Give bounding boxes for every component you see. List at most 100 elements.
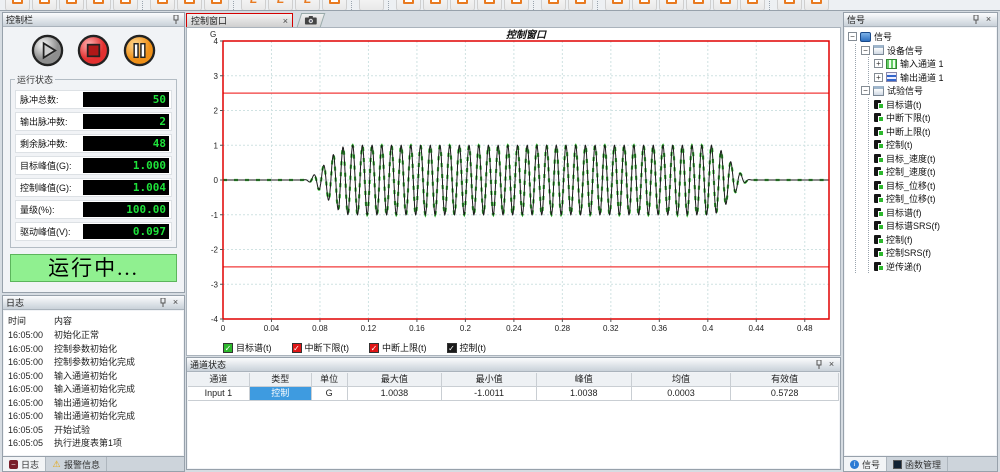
toolbar-button[interactable] [686, 0, 711, 11]
tree-item[interactable]: 目标谱SRS(f) [874, 219, 996, 233]
legend-checkbox[interactable]: ✓ [447, 343, 457, 353]
log-time: 16:05:00 [8, 356, 54, 370]
tab-log-tab[interactable]: –日志 [3, 457, 46, 471]
tree-item[interactable]: 中断下限(t) [874, 111, 996, 125]
close-icon[interactable]: × [983, 14, 994, 25]
channel-col-header: 最小值 [442, 373, 537, 387]
tab-warning[interactable]: ⚠报警信息 [46, 457, 107, 471]
log-panel-title: 日志 [6, 296, 24, 309]
svg-text:0: 0 [221, 324, 226, 333]
collapse-icon[interactable]: − [861, 46, 870, 55]
expand-icon[interactable]: + [874, 73, 883, 82]
toolbar-button[interactable] [605, 0, 630, 11]
toolbar-button[interactable] [659, 0, 684, 11]
tree-item[interactable]: 控制(f) [874, 233, 996, 247]
toolbar-button[interactable] [150, 0, 175, 11]
toolbar-button[interactable] [477, 0, 502, 11]
stop-button[interactable] [77, 34, 110, 67]
toolbar-button[interactable] [86, 0, 111, 11]
signal-icon [874, 113, 881, 122]
tree-item[interactable]: − 试验信号 [861, 84, 996, 98]
toolbar-button[interactable] [322, 0, 347, 11]
collapse-icon[interactable]: − [848, 32, 857, 41]
close-icon[interactable]: × [170, 297, 181, 308]
toolbar-button[interactable] [396, 0, 421, 11]
toolbar-button[interactable] [32, 0, 57, 11]
tree-item[interactable]: 控制_位移(t) [874, 192, 996, 206]
pin-icon[interactable] [157, 297, 168, 308]
svg-text:-4: -4 [211, 315, 219, 324]
channel-status-title: 通道状态 [190, 358, 226, 371]
tree-item-label: 试验信号 [887, 84, 923, 97]
toolbar-button[interactable] [423, 0, 448, 11]
toolbar-button[interactable] [740, 0, 765, 11]
channel-cell: 1.0038 [348, 387, 443, 401]
play-button[interactable] [31, 34, 64, 67]
snapshot-tab[interactable] [297, 13, 326, 27]
channel-cell[interactable]: 控制 [250, 387, 312, 401]
log-content: 执行进度表第1项 [54, 437, 183, 451]
log-content: 输入通道初始化 [54, 370, 183, 384]
tree-item[interactable]: 目标谱(t) [874, 98, 996, 112]
tree-item[interactable]: 中断上限(t) [874, 125, 996, 139]
toolbar-button[interactable]: ~ [359, 0, 384, 11]
tree-item[interactable]: −信号 [848, 30, 996, 44]
log-row: 16:05:00初始化正常 [8, 329, 183, 343]
toolbar-button[interactable]: L [268, 0, 293, 11]
tree-item[interactable]: 目标_速度(t) [874, 152, 996, 166]
channel-cell: G [312, 387, 348, 401]
pin-icon[interactable] [170, 14, 181, 25]
tree-item[interactable]: 逆传递(f) [874, 260, 996, 274]
tab-signal-tab[interactable]: i信号 [844, 457, 887, 471]
legend-item[interactable]: ✓目标谱(t) [223, 341, 272, 354]
status-field-row: 脉冲总数:50 [15, 90, 172, 109]
close-icon[interactable]: × [283, 16, 288, 26]
toolbar-button[interactable] [713, 0, 738, 11]
toolbar-button[interactable] [450, 0, 475, 11]
legend-checkbox[interactable]: ✓ [369, 343, 379, 353]
toolbar-button[interactable] [177, 0, 202, 11]
toolbar-button[interactable] [777, 0, 802, 11]
toolbar-button[interactable]: L [241, 0, 266, 11]
tree-item[interactable]: 目标谱(f) [874, 206, 996, 220]
tree-item-label: 控制SRS(f) [886, 246, 931, 259]
toolbar-button[interactable] [59, 0, 84, 11]
pause-button[interactable] [123, 34, 156, 67]
toolbar-button[interactable] [632, 0, 657, 11]
toolbar-button-icon [66, 0, 77, 4]
tree-item[interactable]: 控制_速度(t) [874, 165, 996, 179]
legend-item[interactable]: ✓中断下限(t) [292, 341, 350, 354]
toolbar-button[interactable]: L [295, 0, 320, 11]
tree-item[interactable]: 目标_位移(t) [874, 179, 996, 193]
pin-icon[interactable] [970, 14, 981, 25]
tree-item[interactable]: −设备信号 [861, 44, 996, 58]
tree-item[interactable]: +输入通道 1 [874, 57, 996, 71]
collapse-icon[interactable]: − [861, 86, 870, 95]
legend-checkbox[interactable]: ✓ [292, 343, 302, 353]
tree-item[interactable]: 控制(t) [874, 138, 996, 152]
toolbar-button[interactable] [804, 0, 829, 11]
close-icon[interactable]: × [826, 359, 837, 370]
tree-item-label: 中断上限(t) [886, 125, 931, 138]
legend-checkbox[interactable]: ✓ [223, 343, 233, 353]
toolbar-button[interactable] [5, 0, 30, 11]
expand-icon[interactable]: + [874, 59, 883, 68]
tree-item[interactable]: +输出通道 1 [874, 71, 996, 85]
tab-control-window[interactable]: 控制窗口 × [186, 13, 293, 27]
toolbar-button[interactable] [113, 0, 138, 11]
legend-item[interactable]: ✓控制(t) [447, 341, 487, 354]
svg-text:0.32: 0.32 [603, 324, 619, 333]
toolbar-button[interactable] [541, 0, 566, 11]
pin-icon[interactable] [813, 359, 824, 370]
run-status-group-title: 运行状态 [15, 73, 55, 86]
toolbar-button[interactable] [204, 0, 229, 11]
svg-text:0.24: 0.24 [506, 324, 522, 333]
signal-tab-icon: i [850, 460, 859, 469]
tree-item[interactable]: 控制SRS(f) [874, 246, 996, 260]
toolbar-button[interactable] [504, 0, 529, 11]
toolbar-button-icon [575, 0, 586, 4]
tab-function-manager[interactable]: 函数管理 [887, 457, 948, 471]
toolbar-button[interactable] [568, 0, 593, 11]
legend-item[interactable]: ✓中断上限(t) [369, 341, 427, 354]
function-manager-icon [893, 460, 902, 469]
